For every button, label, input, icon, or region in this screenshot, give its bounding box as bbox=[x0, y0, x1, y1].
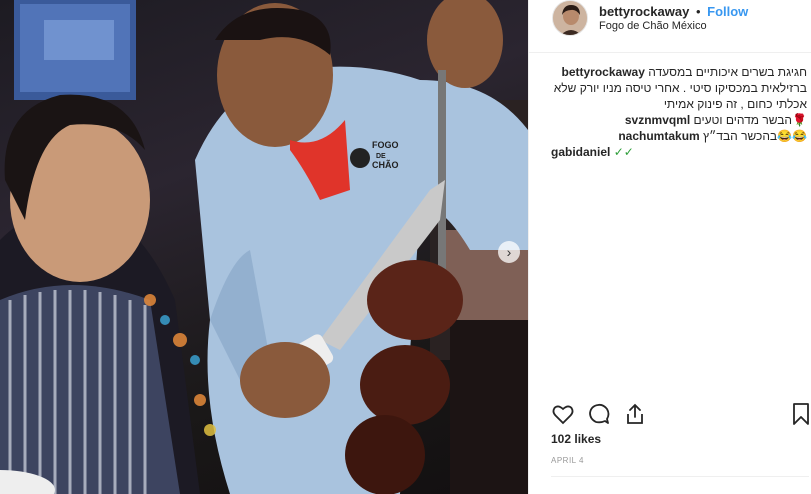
comment-emoji: 🌹 bbox=[792, 113, 807, 127]
photo-illustration: FOGO DE CHÃO bbox=[0, 0, 528, 494]
username-link[interactable]: bettyrockaway bbox=[599, 4, 689, 19]
list-item: nachumtakum בהכשר הבד״ץ😂😂 bbox=[551, 128, 807, 144]
svg-text:DE: DE bbox=[376, 153, 386, 160]
comment-username[interactable]: gabidaniel bbox=[551, 145, 610, 159]
picanha-meat bbox=[367, 260, 463, 340]
likes-count[interactable]: 102 likes bbox=[551, 432, 601, 446]
share-icon[interactable] bbox=[623, 402, 647, 426]
divider bbox=[551, 476, 809, 477]
heart-icon[interactable] bbox=[551, 402, 575, 426]
list-item: svznmvqml הבשר מדהים וטעים🌹 bbox=[551, 112, 807, 128]
username-line: bettyrockaway • Follow bbox=[599, 4, 748, 19]
comment-username[interactable]: svznmvqml bbox=[625, 113, 690, 127]
bookmark-icon[interactable] bbox=[789, 402, 811, 426]
comment-username[interactable]: nachumtakum bbox=[618, 129, 699, 143]
svg-text:FOGO: FOGO bbox=[372, 140, 399, 150]
list-item: gabidaniel ✓✓ bbox=[551, 144, 807, 160]
comment-bubble-icon[interactable] bbox=[587, 402, 611, 426]
comments-list: bettyrockaway חגיגת בשרים איכותיים במסעד… bbox=[551, 64, 807, 160]
separator-dot: • bbox=[695, 4, 701, 19]
comment-text: הבשר מדהים וטעים bbox=[693, 113, 793, 127]
follow-button[interactable]: Follow bbox=[707, 4, 748, 19]
avatar[interactable] bbox=[552, 0, 588, 36]
post-header: bettyrockaway • Follow Fogo de Chão Méxi… bbox=[529, 0, 811, 53]
action-bar bbox=[551, 402, 811, 428]
post-photo[interactable]: FOGO DE CHÃO › bbox=[0, 0, 528, 494]
comment-emoji: ✓✓ bbox=[613, 145, 634, 159]
post-date[interactable]: APRIL 4 bbox=[551, 456, 584, 465]
comment-text: בהכשר הבד״ץ bbox=[703, 129, 778, 143]
caption: bettyrockaway חגיגת בשרים איכותיים במסעד… bbox=[551, 64, 807, 112]
svg-text:CHÃO: CHÃO bbox=[372, 160, 399, 170]
comment-emoji: 😂😂 bbox=[777, 129, 807, 143]
location-link[interactable]: Fogo de Chão México bbox=[599, 20, 707, 32]
chevron-right-icon[interactable]: › bbox=[498, 241, 520, 263]
post-sidepanel: bettyrockaway • Follow Fogo de Chão Méxi… bbox=[528, 0, 811, 494]
caption-username[interactable]: bettyrockaway bbox=[562, 65, 645, 79]
